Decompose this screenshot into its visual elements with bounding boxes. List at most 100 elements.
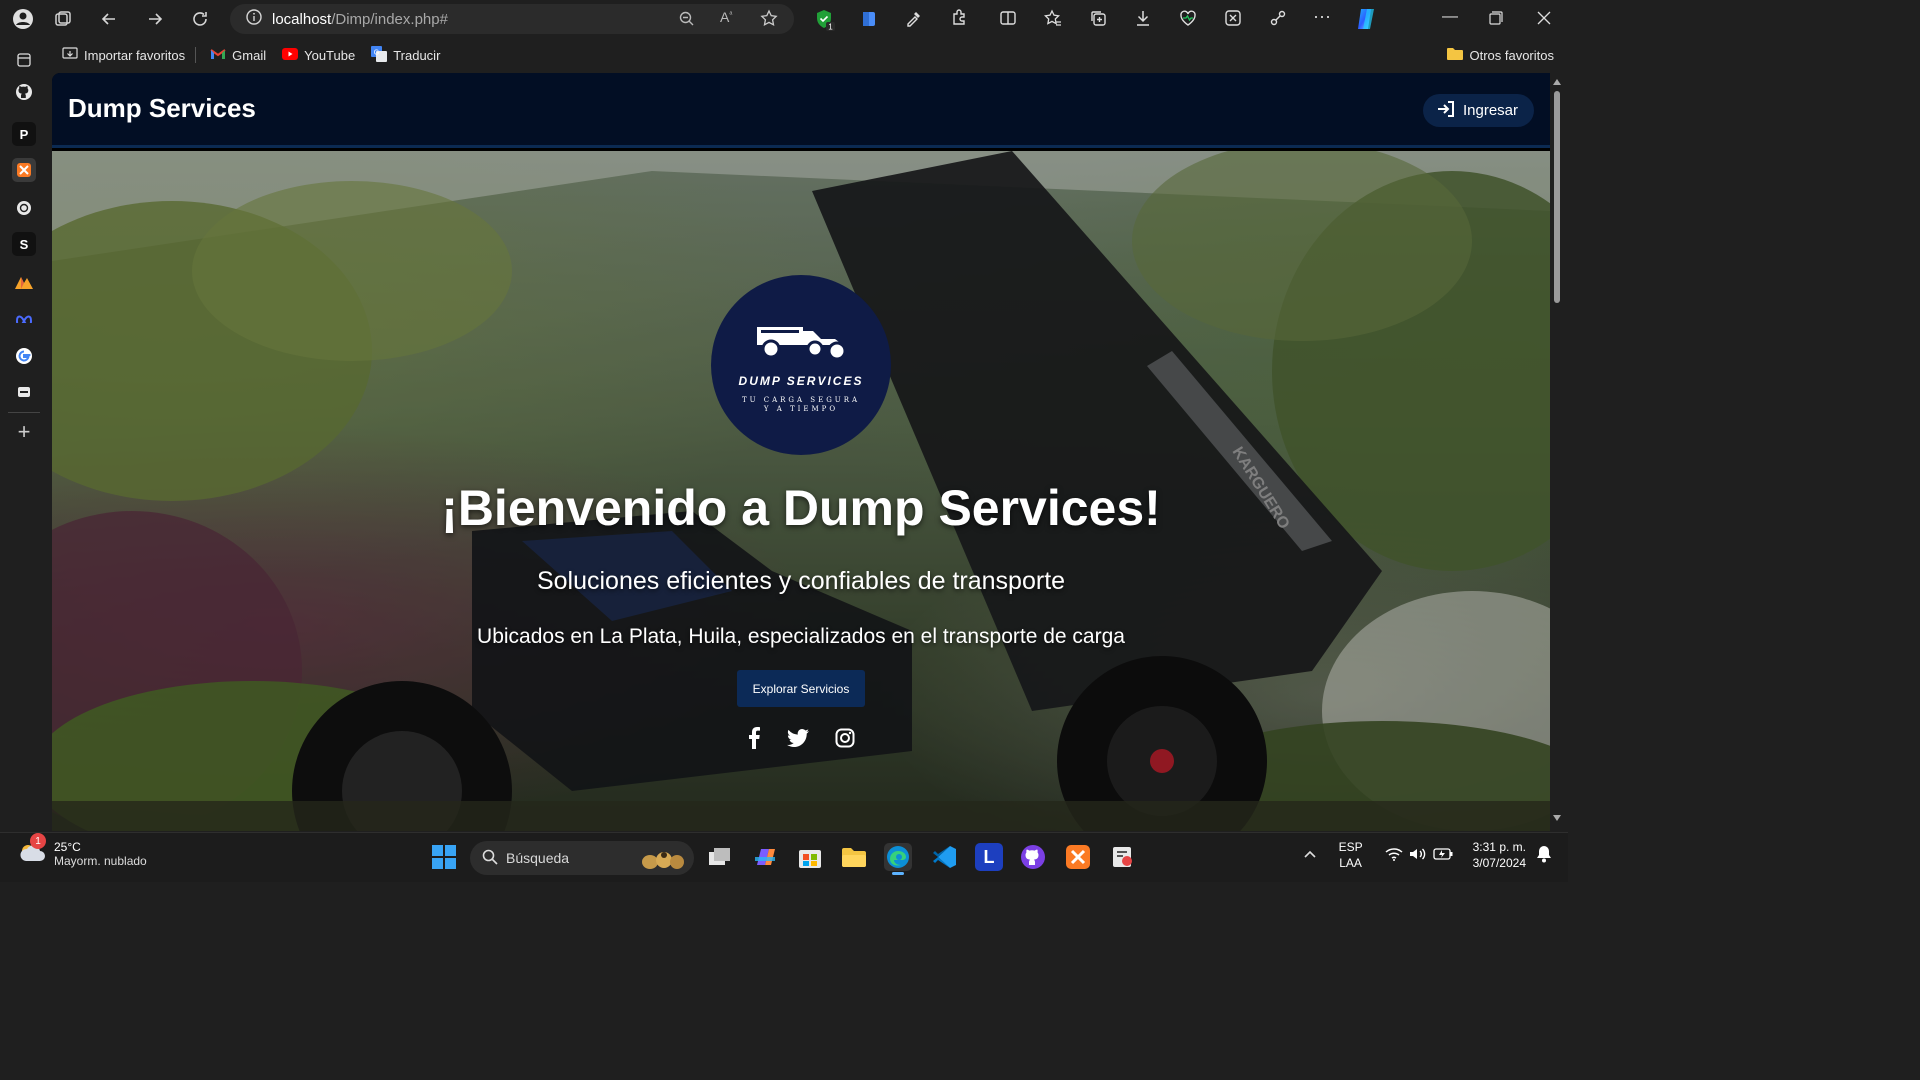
- openai-icon[interactable]: [12, 196, 36, 220]
- extensions-icon[interactable]: [950, 9, 968, 32]
- facebook-icon[interactable]: [742, 726, 766, 750]
- url-host: localhost: [272, 10, 332, 28]
- favorite-gmail[interactable]: Gmail: [210, 48, 266, 63]
- favorite-import[interactable]: Importar favoritos: [62, 46, 185, 64]
- github-desktop-icon[interactable]: [1019, 843, 1047, 871]
- refresh-icon[interactable]: [183, 2, 217, 36]
- folder-icon: [1447, 47, 1464, 63]
- edge-icon[interactable]: [884, 843, 912, 875]
- scroll-down-icon[interactable]: [1553, 815, 1561, 821]
- chevron-up-icon[interactable]: [1303, 848, 1317, 862]
- scroll-up-icon[interactable]: [1553, 79, 1561, 85]
- favorite-translate[interactable]: G Traducir: [371, 45, 441, 65]
- login-button[interactable]: Ingresar: [1422, 94, 1534, 127]
- page-viewport: Dump Services Ingresar KARGUERO DUMP SER…: [52, 73, 1550, 831]
- xampp-taskbar-icon[interactable]: [1064, 843, 1092, 871]
- svg-text:1: 1: [828, 23, 833, 32]
- forward-icon[interactable]: [138, 2, 172, 36]
- shield-extension-icon[interactable]: 1: [815, 9, 835, 32]
- search-highlight-icon: [638, 846, 686, 873]
- logo-name: DUMP SERVICES: [738, 373, 864, 388]
- share-icon[interactable]: [1269, 9, 1287, 32]
- snipping-tool-icon[interactable]: [1109, 843, 1137, 871]
- brand-title[interactable]: Dump Services: [68, 93, 256, 124]
- s-app-letter: S: [19, 236, 29, 252]
- active-app-indicator: [892, 872, 904, 875]
- favorite-star-icon[interactable]: [760, 9, 778, 32]
- zoom-icon[interactable]: [678, 10, 696, 33]
- copilot-taskbar-icon[interactable]: [751, 843, 779, 871]
- downloads-icon[interactable]: [1134, 9, 1152, 32]
- translate-icon: G: [371, 45, 388, 65]
- docs-extension-icon[interactable]: [861, 10, 877, 33]
- tab-actions-icon[interactable]: [12, 48, 36, 72]
- favorites-bar: Importar favoritos Gmail YouTube G Tradu…: [52, 38, 1568, 72]
- svg-text:G: G: [374, 49, 379, 56]
- hero-title: ¡Bienvenido a Dump Services!: [441, 480, 1161, 536]
- xampp-icon[interactable]: [12, 158, 36, 182]
- restore-icon[interactable]: [1489, 11, 1503, 30]
- hero-section: KARGUERO DUMP SERVICES TU CARGA SEGURA Y…: [52, 151, 1550, 831]
- favorite-youtube[interactable]: YouTube: [282, 47, 355, 63]
- back-icon[interactable]: [92, 2, 126, 36]
- search-placeholder: Búsqueda: [506, 850, 570, 866]
- eyedropper-icon[interactable]: [905, 9, 923, 32]
- profile-icon[interactable]: [6, 2, 40, 36]
- url-text[interactable]: localhost/Dimp/index.php#: [272, 11, 448, 28]
- read-aloud-icon[interactable]: Aᵃ: [720, 9, 732, 25]
- logo-tagline: TU CARGA SEGURA Y A TIEMPO: [741, 395, 861, 413]
- url-path: /Dimp/index.php#: [331, 10, 448, 28]
- battery-icon[interactable]: [1432, 847, 1453, 863]
- l-app-icon[interactable]: L: [975, 843, 1003, 871]
- language-indicator[interactable]: ESP LAA: [1339, 839, 1363, 871]
- import-icon: [62, 46, 78, 64]
- favorite-label: Traducir: [393, 47, 441, 63]
- task-view-icon[interactable]: [706, 843, 734, 871]
- twitter-icon[interactable]: [786, 726, 810, 750]
- wifi-icon[interactable]: [1385, 847, 1403, 864]
- explore-services-button[interactable]: Explorar Servicios: [737, 670, 865, 707]
- file-explorer-icon[interactable]: [840, 843, 868, 871]
- mountain-app-icon[interactable]: [12, 270, 36, 294]
- clock[interactable]: 3:31 p. m. 3/07/2024: [1473, 839, 1526, 871]
- page-scrollbar[interactable]: [1550, 73, 1564, 831]
- workspaces-icon[interactable]: [46, 2, 80, 36]
- weather-widget[interactable]: 1 25°C Mayorm. nublado: [18, 833, 147, 868]
- split-screen-icon[interactable]: [999, 9, 1017, 32]
- google-icon[interactable]: [12, 344, 36, 368]
- meta-icon[interactable]: [12, 306, 36, 330]
- p-app-icon[interactable]: P: [12, 122, 36, 146]
- truck-icon: [753, 317, 849, 368]
- volume-icon[interactable]: [1409, 847, 1427, 864]
- github-icon[interactable]: [12, 80, 36, 104]
- clock-time: 3:31 p. m.: [1472, 840, 1526, 854]
- favorite-label: Gmail: [232, 47, 267, 63]
- system-tray: ESP LAA 3:31 p. m. 3/07/2024: [1303, 839, 1552, 871]
- notification-bell-icon[interactable]: [1536, 845, 1552, 866]
- site-info-icon[interactable]: [246, 8, 262, 30]
- windows-start-icon[interactable]: [430, 843, 458, 871]
- address-bar[interactable]: localhost/Dimp/index.php# Aᵃ: [230, 4, 794, 34]
- favorites-icon[interactable]: [1043, 9, 1062, 32]
- weather-temp: 25°C: [54, 839, 81, 854]
- s-app-icon[interactable]: S: [12, 232, 36, 256]
- minimize-icon[interactable]: —: [1442, 8, 1458, 26]
- more-menu-icon[interactable]: ···: [1313, 6, 1331, 27]
- add-icon[interactable]: +: [12, 419, 36, 444]
- copilot-icon[interactable]: [1353, 6, 1379, 37]
- collections-icon[interactable]: [1089, 9, 1107, 32]
- weather-condition: Mayorm. nublado: [54, 853, 147, 868]
- scroll-thumb[interactable]: [1554, 91, 1560, 303]
- other-favorites-label: Otros favoritos: [1469, 47, 1554, 63]
- vscode-icon[interactable]: [930, 843, 958, 871]
- youtube-icon: [282, 47, 299, 63]
- store-icon[interactable]: [796, 843, 824, 871]
- screenshot-icon[interactable]: [1224, 9, 1242, 32]
- taskbar-search[interactable]: Búsqueda: [470, 841, 694, 875]
- weather-badge: 1: [30, 833, 46, 849]
- instagram-icon[interactable]: [833, 726, 857, 750]
- drawer-app-icon[interactable]: [12, 380, 36, 404]
- close-icon[interactable]: [1537, 11, 1551, 30]
- browser-essentials-icon[interactable]: [1179, 9, 1197, 32]
- other-favorites[interactable]: Otros favoritos: [1447, 47, 1554, 63]
